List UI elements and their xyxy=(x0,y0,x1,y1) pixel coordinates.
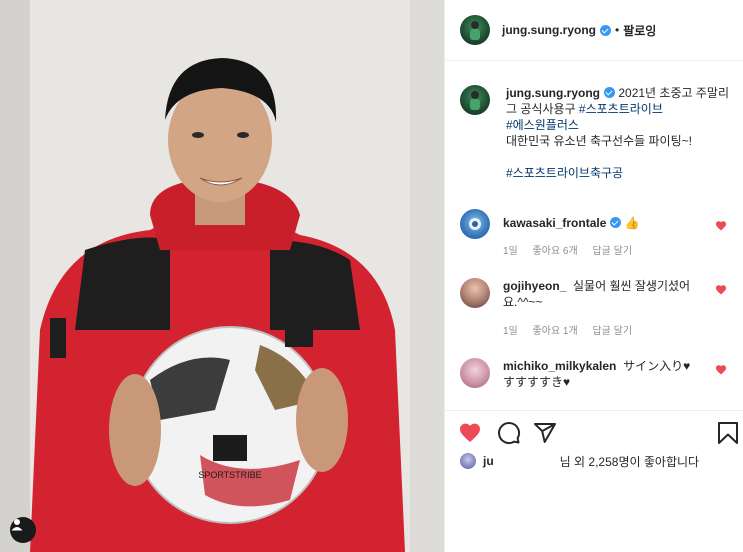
comment-likes[interactable]: 좋아요 6개 xyxy=(533,246,578,257)
comment-body: gojihyeon_ 실물어 훨씬 잘생기셨어요.^^~~ 1일 좋아요 1개 … xyxy=(503,278,729,340)
post-header: jung.sung.ryong • 팔로잉 xyxy=(445,0,743,61)
comment-like-heart-icon[interactable] xyxy=(715,284,727,295)
separator-dot: • xyxy=(615,23,620,37)
svg-text:SPORTSTRIBE: SPORTSTRIBE xyxy=(198,470,261,480)
comment-time: 1일 xyxy=(503,326,518,337)
verified-icon xyxy=(610,217,622,228)
comment-emoji: 👍 xyxy=(624,216,640,230)
post-sidebar: jung.sung.ryong • 팔로잉 jung.sung.ryong 20… xyxy=(444,0,743,552)
comment-time: 1일 xyxy=(503,246,518,257)
hashtag-link[interactable]: #에스원플러스 xyxy=(506,118,579,132)
comment-item: gojihyeon_ 실물어 훨씬 잘생기셨어요.^^~~ 1일 좋아요 1개 … xyxy=(460,278,729,340)
likes-count-text[interactable]: 님 외 2,258명이 좋아합니다 xyxy=(560,453,699,470)
post-photo[interactable]: SPORTSTRIBE xyxy=(0,0,444,552)
commenter-avatar[interactable] xyxy=(460,278,490,308)
comment-item: michiko_milkykalen サイン入り♥ すすすすき♥ xyxy=(460,358,729,390)
comment-meta: 1일 좋아요 1개 답글 달기 xyxy=(503,324,729,340)
reply-button[interactable]: 답글 달기 xyxy=(592,326,632,337)
author-avatar[interactable] xyxy=(460,15,490,45)
reply-button[interactable]: 답글 달기 xyxy=(592,246,632,257)
commenter-avatar[interactable] xyxy=(460,209,490,239)
club-crest-icon xyxy=(469,218,481,230)
avatar-figure-icon xyxy=(470,91,480,110)
comment-like-heart-icon[interactable] xyxy=(715,364,727,375)
photo-illustration: SPORTSTRIBE xyxy=(0,0,444,552)
comment-meta: 1일 좋아요 6개 답글 달기 xyxy=(503,244,729,260)
liker-username[interactable]: ju xyxy=(483,454,494,468)
comment-username[interactable]: gojihyeon_ xyxy=(503,279,566,293)
comment-body: kawasaki_frontale 👍 1일 좋아요 6개 답글 달기 xyxy=(503,209,729,260)
caption-username[interactable]: jung.sung.ryong xyxy=(506,86,600,100)
heart-icon[interactable] xyxy=(458,421,482,443)
caption-avatar[interactable] xyxy=(460,85,490,115)
verified-icon xyxy=(604,87,615,98)
user-tag-button[interactable] xyxy=(10,517,36,543)
commenter-avatar[interactable] xyxy=(460,358,490,388)
comment-username[interactable]: kawasaki_frontale xyxy=(503,216,606,230)
caption-row: jung.sung.ryong 2021년 초중고 주말리그 공식사용구 #스포… xyxy=(460,85,729,181)
caption-line-2: 대한민국 유소년 축구선수들 파이팅~! xyxy=(506,134,692,148)
comments-list[interactable]: jung.sung.ryong 2021년 초중고 주말리그 공식사용구 #스포… xyxy=(445,62,743,408)
verified-icon xyxy=(600,24,611,36)
comment-text: サイン入り♥ xyxy=(623,359,691,373)
comment-body: michiko_milkykalen サイン入り♥ すすすすき♥ xyxy=(503,358,729,390)
comment-text-continued: すすすすき♥ xyxy=(503,375,571,389)
caption-text: jung.sung.ryong 2021년 초중고 주말리그 공식사용구 #스포… xyxy=(506,85,729,181)
avatar-figure-icon xyxy=(470,21,480,40)
hashtag-link[interactable]: #스포츠트라이브 xyxy=(579,102,663,116)
liker-avatar[interactable] xyxy=(459,452,477,470)
share-icon[interactable] xyxy=(533,421,557,445)
comment-username[interactable]: michiko_milkykalen xyxy=(503,359,616,373)
comment-like-heart-icon[interactable] xyxy=(715,220,727,231)
author-username[interactable]: jung.sung.ryong xyxy=(502,23,596,37)
user-tag-icon xyxy=(11,519,23,531)
likes-summary[interactable]: ju 님 외 2,258명이 좋아합니다 xyxy=(459,452,743,470)
comment-icon[interactable] xyxy=(497,421,521,445)
bookmark-icon[interactable] xyxy=(717,421,739,445)
action-bar xyxy=(445,410,743,454)
hashtag-link[interactable]: #스포츠트라이브축구공 xyxy=(506,166,623,180)
comment-item: kawasaki_frontale 👍 1일 좋아요 6개 답글 달기 xyxy=(460,209,729,260)
following-button[interactable]: 팔로잉 xyxy=(623,22,656,39)
comment-likes[interactable]: 좋아요 1개 xyxy=(533,326,578,337)
